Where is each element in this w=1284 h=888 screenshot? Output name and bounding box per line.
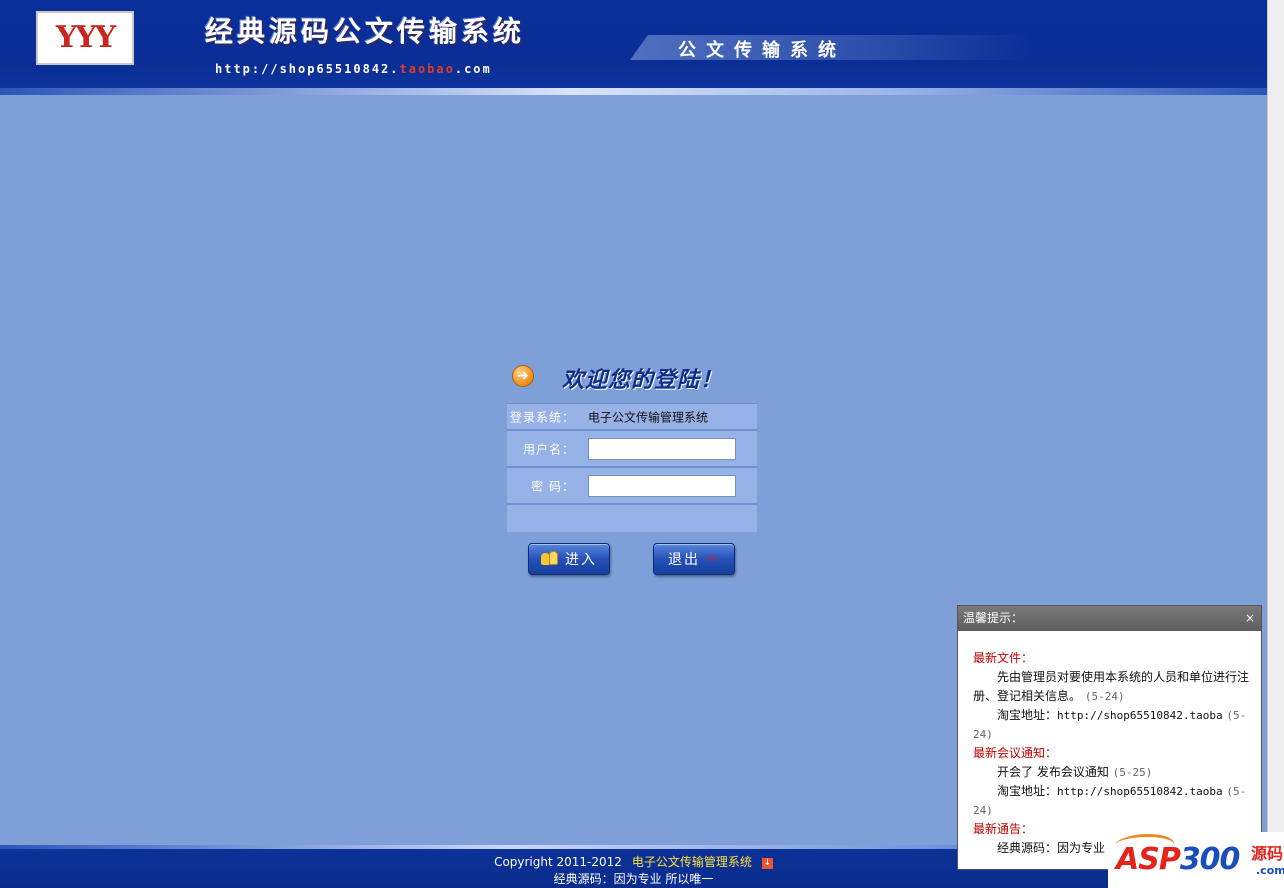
watermark-number: 300 [1179,842,1241,877]
item-text: 淘宝地址： [997,784,1058,798]
login-form: 登录系统： 电子公文传输管理系统 用户名： 密 码： [507,403,757,532]
watermark-cn: 源码 [1251,844,1284,863]
exit-arrow-icon: ⇦ [706,551,720,567]
url-suffix: .com [454,62,492,76]
footer-slogan: 经典源码：因为专业 所以唯一 [553,872,714,886]
list-item[interactable]: 开会了 发布会议通知 (5-25) [973,763,1251,782]
download-icon[interactable]: ↓ [761,858,773,869]
list-item[interactable]: 淘宝地址：http://shop65510842.taoba (5-24) [973,706,1251,744]
copyright-text: Copyright 2011-2012 [494,855,622,869]
notice-title: 温馨提示： [963,611,1024,625]
item-date: (5-24) [1084,690,1125,703]
welcome-heading: ➜ 欢迎您的登陆！ [512,362,752,393]
exit-button[interactable]: 退出 ⇦ [653,543,735,575]
exit-button-label: 退出 [668,552,700,568]
password-label: 密 码： [531,479,575,493]
vertical-scrollbar[interactable] [1267,0,1284,888]
enter-button[interactable]: 进入 [528,543,610,575]
site-url: http://shop65510842.taobao.com [215,62,492,76]
page-header: YYY 经典源码公文传输系统 http://shop65510842.taoba… [0,0,1267,95]
system-label: 登录系统： [509,410,575,424]
username-input[interactable] [588,437,736,460]
notice-body: 最新文件： 先由管理员对要使用本系统的人员和单位进行注册、登记相关信息。 (5-… [958,631,1261,858]
list-item[interactable]: 淘宝地址：http://shop65510842.taoba (5-24) [973,782,1251,820]
welcome-text: 欢迎您的登陆！ [562,368,724,393]
notice-header: 温馨提示： × [958,606,1261,631]
item-date: (5-25) [1112,766,1153,779]
watermark-text: ASP300 [1116,842,1241,877]
close-icon[interactable]: × [1245,606,1255,631]
arrow-right-icon: ➜ [512,365,534,387]
system-value: 电子公文传输管理系统 [588,410,709,424]
logo-text: YYY [55,20,116,55]
item-link: http://shop65510842.taoba [1057,709,1223,722]
users-icon [541,551,559,567]
watermark-prefix: ASP [1116,842,1181,877]
section-title: 最新会议通知： [973,746,1058,760]
item-text: 经典源码：因为专业 [997,841,1106,855]
item-text: 淘宝地址： [997,708,1058,722]
system-row: 登录系统： 电子公文传输管理系统 [507,403,757,431]
enter-button-label: 进入 [565,552,597,568]
site-title: 经典源码公文传输系统 [205,15,526,48]
banner-text: 公文传输系统 [678,40,846,61]
header-divider [0,88,1267,95]
footer-system-name: 电子公文传输管理系统 [631,855,752,869]
watermark-logo: ASP300 源码 .com [1108,832,1284,888]
username-label: 用户名： [522,442,575,456]
password-row: 密 码： [507,468,757,505]
item-link: http://shop65510842.taoba [1057,785,1223,798]
password-input[interactable] [588,474,736,497]
section-title: 最新文件： [973,651,1034,665]
logo: YYY [36,11,134,65]
url-prefix: http://shop65510842. [215,62,400,76]
url-highlight: taobao [399,62,455,76]
form-spacer-row [507,505,757,532]
item-text: 开会了 发布会议通知 [997,765,1109,779]
list-item[interactable]: 先由管理员对要使用本系统的人员和单位进行注册、登记相关信息。 (5-24) [973,668,1251,706]
watermark-com: .com [1256,864,1284,877]
username-row: 用户名： [507,431,757,468]
notice-popup: 温馨提示： × 最新文件： 先由管理员对要使用本系统的人员和单位进行注册、登记相… [957,605,1262,870]
